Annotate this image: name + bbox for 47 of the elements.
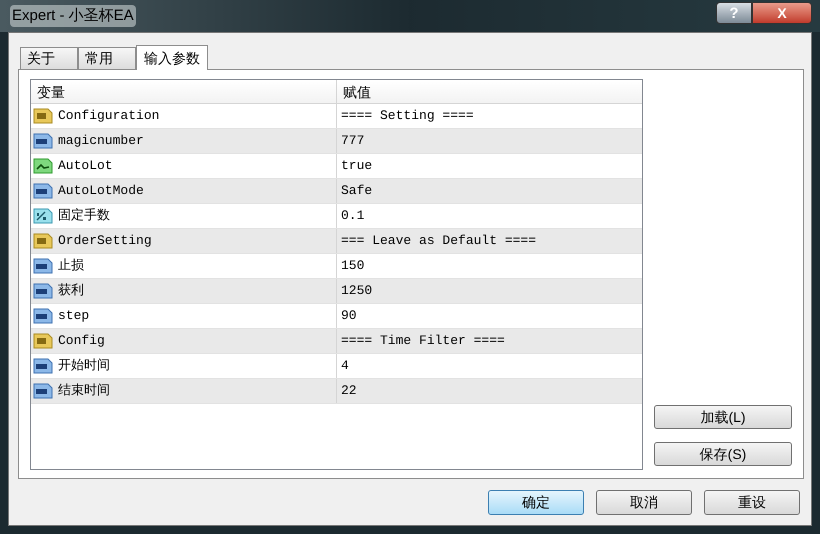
tab[interactable]: 输入参数 xyxy=(136,45,208,70)
parameter-name: 固定手数 xyxy=(58,207,110,226)
fraction-type-icon xyxy=(33,207,53,225)
dialog-button[interactable]: 取消 xyxy=(596,490,692,515)
parameter-value: 777 xyxy=(341,132,364,150)
parameter-name: step xyxy=(58,307,90,326)
number-type-icon xyxy=(33,257,53,275)
parameter-value: ==== Setting ==== xyxy=(341,107,474,126)
parameter-value: ==== Time Filter ==== xyxy=(341,332,505,350)
parameter-name: AutoLot xyxy=(58,157,113,176)
column-header[interactable]: 变量 xyxy=(31,80,337,103)
dialog-button[interactable]: 重设 xyxy=(704,490,800,515)
parameter-value: 0.1 xyxy=(341,207,364,226)
side-button[interactable]: 保存(S) xyxy=(654,442,792,466)
column-header[interactable]: 赋值 xyxy=(337,80,642,103)
parameter-value: 1250 xyxy=(341,282,372,300)
parameter-value: true xyxy=(341,157,372,176)
parameter-name: OrderSetting xyxy=(58,232,152,250)
toggle-type-icon xyxy=(33,157,53,175)
text-type-icon xyxy=(33,332,53,350)
side-button[interactable]: 加载(L) xyxy=(654,405,792,429)
parameter-value: 22 xyxy=(341,382,357,400)
parameter-value: 90 xyxy=(341,307,357,326)
parameter-name: AutoLotMode xyxy=(58,182,144,200)
number-type-icon xyxy=(33,182,53,200)
parameter-name: 开始时间 xyxy=(58,357,110,376)
tab[interactable]: 关于 xyxy=(20,47,78,69)
window-title: Expert - 小圣杯EA xyxy=(10,4,136,28)
number-type-icon xyxy=(33,382,53,400)
number-type-icon xyxy=(33,282,53,300)
text-type-icon xyxy=(33,107,53,125)
parameter-value: Safe xyxy=(341,182,372,200)
parameter-value: 4 xyxy=(341,357,349,376)
text-type-icon xyxy=(33,232,53,250)
parameter-value: 150 xyxy=(341,257,364,276)
dialog-button[interactable]: 确定 xyxy=(488,490,584,515)
parameter-name: 止损 xyxy=(58,257,84,276)
parameter-name: magicnumber xyxy=(58,132,144,150)
number-type-icon xyxy=(33,132,53,150)
parameter-name: 获利 xyxy=(58,282,84,300)
number-type-icon xyxy=(33,357,53,375)
parameter-name: Config xyxy=(58,332,105,350)
parameter-value: === Leave as Default ==== xyxy=(341,232,536,250)
tab[interactable]: 常用 xyxy=(78,47,136,69)
parameter-name: 结束时间 xyxy=(58,382,110,400)
parameter-name: Configuration xyxy=(58,107,160,126)
number-type-icon xyxy=(33,307,53,325)
